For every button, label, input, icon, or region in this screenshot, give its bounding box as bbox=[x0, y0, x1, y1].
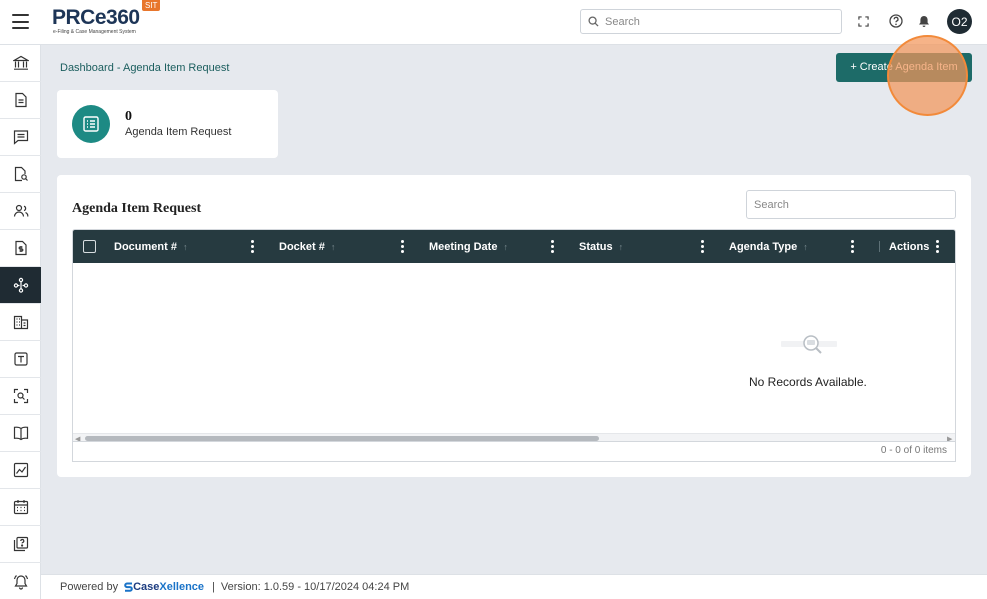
calendar-icon bbox=[13, 500, 28, 515]
bell-alert-icon bbox=[13, 574, 28, 590]
summary-count: 0 bbox=[125, 109, 132, 124]
sidebar-item-templates[interactable] bbox=[0, 341, 41, 378]
column-label: Status bbox=[579, 240, 613, 253]
create-agenda-item-button[interactable]: + Create Agenda Item bbox=[836, 53, 972, 82]
menu-toggle-icon[interactable] bbox=[12, 14, 29, 29]
column-header-document[interactable]: Document # ↑ bbox=[114, 230, 187, 263]
chart-icon bbox=[13, 462, 28, 478]
environment-badge: SIT bbox=[142, 0, 161, 11]
column-menu-icon[interactable] bbox=[550, 240, 554, 253]
bank-icon bbox=[12, 55, 29, 70]
sidebar-nav bbox=[0, 45, 41, 599]
agenda-request-panel: Agenda Item Request Document # ↑ Docket #… bbox=[57, 175, 971, 477]
column-header-actions[interactable]: Actions bbox=[889, 230, 929, 263]
sidebar-item-calendar[interactable] bbox=[0, 489, 41, 526]
text-box-icon bbox=[13, 352, 28, 366]
scan-search-icon bbox=[13, 388, 28, 404]
footer-separator: | bbox=[212, 581, 215, 593]
sidebar-item-dashboard[interactable] bbox=[0, 45, 41, 82]
version-info: Version: 1.0.59 - 10/17/2024 04:24 PM bbox=[220, 581, 410, 593]
summary-card[interactable]: 0 Agenda Item Request bbox=[57, 90, 278, 158]
pagination-info: 0 - 0 of 0 items bbox=[880, 445, 947, 456]
notification-bell-icon[interactable] bbox=[915, 12, 933, 30]
global-search-input[interactable] bbox=[605, 15, 825, 28]
horizontal-scrollbar[interactable]: ◀ ▶ bbox=[73, 433, 955, 441]
sort-arrow-icon: ↑ bbox=[803, 241, 808, 252]
column-menu-icon[interactable] bbox=[250, 240, 254, 253]
file-dollar-icon bbox=[14, 240, 27, 256]
sidebar-item-reports[interactable] bbox=[0, 452, 41, 489]
brand-suffix: Xellence bbox=[159, 581, 205, 593]
column-menu-icon[interactable] bbox=[400, 240, 404, 253]
document-icon bbox=[14, 92, 27, 108]
column-header-meeting-date[interactable]: Meeting Date ↑ bbox=[429, 230, 508, 263]
sidebar-item-organizations[interactable] bbox=[0, 304, 41, 341]
brand-logo[interactable]: Case Xellence bbox=[124, 581, 204, 593]
column-header-agenda-type[interactable]: Agenda Type ↑ bbox=[729, 230, 808, 263]
sidebar-item-billing[interactable] bbox=[0, 230, 41, 267]
help-icon[interactable] bbox=[887, 12, 905, 30]
select-all-checkbox[interactable] bbox=[83, 240, 96, 253]
help-doc-icon bbox=[13, 536, 28, 552]
comment-icon bbox=[13, 130, 28, 145]
sidebar-item-comments[interactable] bbox=[0, 119, 41, 156]
users-icon bbox=[13, 204, 28, 217]
agenda-network-icon bbox=[13, 277, 28, 293]
logo-subtitle: e-Filing & Case Management System bbox=[53, 29, 136, 35]
no-records-search-icon bbox=[781, 335, 837, 354]
sidebar-item-users[interactable] bbox=[0, 193, 41, 230]
summary-label: Agenda Item Request bbox=[125, 126, 232, 138]
column-menu-icon[interactable] bbox=[850, 240, 854, 253]
document-search-icon bbox=[14, 166, 28, 182]
sidebar-item-document-search[interactable] bbox=[0, 156, 41, 193]
book-open-icon bbox=[13, 426, 28, 441]
sidebar-item-help[interactable] bbox=[0, 526, 41, 563]
sidebar-item-library[interactable] bbox=[0, 415, 41, 452]
fullscreen-icon[interactable] bbox=[854, 12, 872, 30]
column-label: Docket # bbox=[279, 240, 325, 253]
data-grid: Document # ↑ Docket # ↑ Meeting Date ↑ Stat… bbox=[72, 229, 956, 442]
global-search bbox=[580, 9, 842, 34]
sort-arrow-icon: ↑ bbox=[182, 241, 188, 252]
list-icon bbox=[72, 105, 110, 143]
user-avatar[interactable]: O2 bbox=[947, 9, 972, 34]
brand-prefix: Case bbox=[133, 581, 160, 593]
column-label: Document # bbox=[114, 240, 177, 253]
powered-by-label: Powered by bbox=[60, 581, 119, 593]
breadcrumb[interactable]: Dashboard - Agenda Item Request bbox=[60, 62, 229, 74]
scroll-left-icon[interactable]: ◀ bbox=[75, 435, 80, 441]
top-header: PRCe360 e-Filing & Case Management Syste… bbox=[0, 0, 987, 45]
column-resize-handle[interactable] bbox=[879, 241, 880, 252]
grid-header: Document # ↑ Docket # ↑ Meeting Date ↑ Stat… bbox=[73, 230, 955, 263]
logo-text: PRCe360 bbox=[52, 6, 140, 29]
pagination-bar: 0 - 0 of 0 items bbox=[72, 442, 956, 462]
column-label: Actions bbox=[889, 240, 930, 253]
sort-arrow-icon: ↑ bbox=[503, 241, 508, 252]
sidebar-item-agenda[interactable] bbox=[0, 267, 41, 304]
search-icon bbox=[588, 16, 599, 27]
sort-arrow-icon: ↑ bbox=[330, 241, 336, 252]
column-menu-icon[interactable] bbox=[935, 240, 939, 253]
empty-state-message: No Records Available. bbox=[749, 375, 867, 389]
column-header-status[interactable]: Status ↑ bbox=[579, 230, 623, 263]
column-menu-icon[interactable] bbox=[700, 240, 704, 253]
footer: Powered by Case Xellence | Version: 1.0.5… bbox=[41, 574, 987, 599]
brand-s-icon bbox=[124, 582, 133, 592]
panel-title: Agenda Item Request bbox=[72, 201, 202, 216]
column-label: Agenda Type bbox=[729, 240, 798, 253]
column-header-docket[interactable]: Docket # ↑ bbox=[279, 230, 335, 263]
sidebar-item-scan[interactable] bbox=[0, 378, 41, 415]
sidebar-item-alerts[interactable] bbox=[0, 563, 41, 599]
scroll-right-icon[interactable]: ▶ bbox=[947, 435, 952, 441]
sort-arrow-icon: ↑ bbox=[618, 241, 624, 252]
scrollbar-thumb[interactable] bbox=[85, 436, 599, 441]
building-icon bbox=[13, 315, 28, 330]
sidebar-item-documents[interactable] bbox=[0, 82, 41, 119]
column-label: Meeting Date bbox=[429, 240, 498, 253]
table-search-input[interactable] bbox=[746, 190, 956, 219]
